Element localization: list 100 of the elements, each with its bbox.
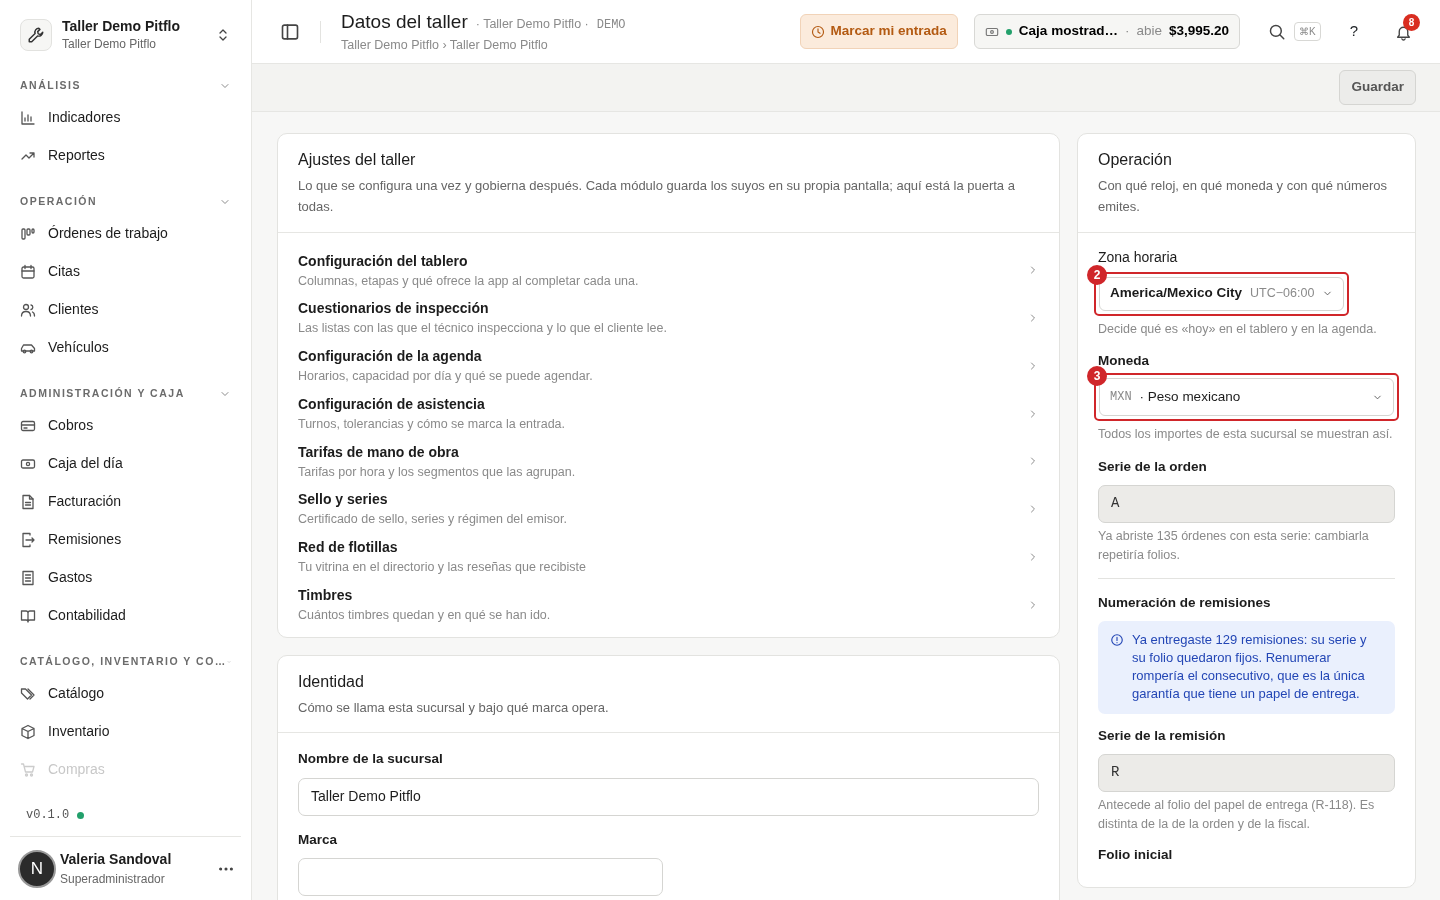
settings-link[interactable]: Timbres Cuántos timbres quedan y en qué se han ido. bbox=[278, 580, 1059, 629]
settings-link[interactable]: Configuración de asistencia Turnos, tolerancias y cómo se marca la entrada. bbox=[278, 389, 1059, 438]
environment-label: DEMO bbox=[596, 16, 626, 34]
currency-select[interactable]: MXN · Peso mexicano bbox=[1099, 378, 1394, 417]
register-state: abie bbox=[1136, 22, 1162, 41]
cash-register-button[interactable]: Caja mostrad… · abie $3,995.20 bbox=[973, 14, 1240, 49]
export-icon bbox=[20, 531, 36, 548]
sidebar-toggle-icon[interactable] bbox=[280, 21, 300, 42]
bar-chart-icon bbox=[20, 109, 36, 126]
card-title: Operación bbox=[1098, 150, 1173, 170]
field-label: Serie de la orden bbox=[1098, 457, 1208, 476]
info-icon bbox=[1110, 632, 1124, 647]
link-title: Timbres bbox=[298, 585, 354, 605]
workspace-context: · Taller Demo Pitflo · bbox=[475, 15, 589, 33]
nav-item[interactable]: Gastos bbox=[0, 558, 251, 597]
version-label: v0.1.0 bbox=[26, 807, 70, 824]
nav-item[interactable]: Inventario bbox=[0, 712, 251, 751]
card-description: Con qué reloj, en qué moneda y con qué números emites. bbox=[1098, 177, 1389, 216]
register-name: Caja mostrad… bbox=[1018, 22, 1118, 41]
nav-item[interactable]: Cobros bbox=[0, 406, 251, 445]
nav-item[interactable]: Remisiones bbox=[0, 520, 251, 559]
user-avatar: N bbox=[18, 849, 56, 888]
link-description: Las listas con las que el técnico inspecciona y lo que el cliente lee. bbox=[298, 320, 667, 338]
search-icon bbox=[1268, 22, 1286, 41]
field-hint: Antecede al folio del papel de entrega (R-118). Es distinta de la de la orden y de la fiscal. bbox=[1098, 796, 1376, 834]
nav-item[interactable]: Vehículos bbox=[0, 328, 251, 367]
register-amount: $3,995.20 bbox=[1168, 22, 1229, 41]
link-title: Sello y series bbox=[298, 490, 389, 510]
section-heading: Numeración de remisiones bbox=[1098, 593, 1272, 612]
link-description: Certificado de sello, series y régimen del emisor. bbox=[298, 511, 567, 529]
receipt-icon bbox=[20, 569, 36, 586]
link-title: Configuración de la agenda bbox=[298, 347, 483, 367]
calendar-icon bbox=[20, 263, 36, 280]
wrench-icon bbox=[27, 26, 45, 45]
section-heading[interactable]: CATÁLOGO, INVENTARIO Y CO… bbox=[20, 653, 227, 670]
link-title: Red de flotillas bbox=[298, 538, 399, 558]
link-description: Turnos, tolerancias y cómo se marca la entrada. bbox=[298, 415, 566, 433]
tags-icon bbox=[20, 685, 36, 702]
settings-link[interactable]: Tarifas de mano de obra Tarifas por hora y los segmentos que las agrupan. bbox=[278, 437, 1059, 486]
field-hint: Decide qué es «hoy» en el tablero y en la agenda. bbox=[1098, 320, 1378, 338]
nav-item[interactable]: Citas bbox=[0, 252, 251, 291]
card-description: Cómo se llama esta sucursal y bajo qué marca opera. bbox=[298, 698, 610, 717]
separator-dot: · bbox=[1124, 22, 1130, 41]
alert-text: Ya entregaste 129 remisiones: su serie y su folio quedaron fijos. Renumerar rompería el consecutivo, que es la única garantía que tiene un papel de entrega. bbox=[1132, 630, 1368, 704]
link-title: Tarifas de mano de obra bbox=[298, 442, 460, 462]
help-button[interactable]: ? bbox=[1348, 19, 1359, 44]
breadcrumb-text: Taller Demo Pitflo › Taller Demo Pitflo bbox=[341, 37, 549, 55]
notification-count: 8 bbox=[1403, 14, 1420, 31]
link-description: Cuántos timbres quedan y en qué se han ido. bbox=[298, 606, 551, 624]
step-number: 2 bbox=[1087, 264, 1107, 285]
link-description: Tu vitrina en el directorio y las reseñas que recibiste bbox=[298, 559, 586, 577]
nav-item[interactable]: Clientes bbox=[0, 290, 251, 329]
columns-icon bbox=[20, 225, 36, 242]
timezone-select[interactable]: America/Mexico City UTC−06:00 bbox=[1099, 276, 1345, 311]
section-heading[interactable]: ADMINISTRACIÓN Y CAJA bbox=[20, 385, 185, 402]
field-label: Nombre de la sucursal bbox=[298, 750, 444, 769]
card-description: Lo que se configura una vez y gobierna después. Cada módulo guarda los suyos en su propia pantalla; aquí está la puerta a todas. bbox=[298, 177, 1016, 216]
settings-link[interactable]: Configuración de la agenda Horarios, capacidad por día y qué se puede agendar. bbox=[278, 342, 1059, 390]
card-title: Ajustes del taller bbox=[298, 150, 417, 170]
card-title: Identidad bbox=[298, 671, 365, 692]
document-icon bbox=[20, 493, 36, 510]
link-title: Configuración del tablero bbox=[298, 251, 469, 271]
link-description: Columnas, etapas y qué ofrece la app al completar cada una. bbox=[298, 272, 639, 290]
nav-item[interactable]: Órdenes de trabajo bbox=[0, 214, 251, 253]
page-title: Datos del taller bbox=[341, 9, 468, 34]
section-heading[interactable]: ANÁLISIS bbox=[20, 77, 81, 94]
workspace-subtitle: Taller Demo Pitflo bbox=[62, 35, 158, 53]
shortcut-key: ⌘K bbox=[1294, 22, 1321, 41]
field-label: Serie de la remisión bbox=[1098, 726, 1227, 745]
input-field[interactable]: Taller Demo Pitflo bbox=[298, 777, 1039, 816]
field-hint: Todos los importes de esta sucursal se muestran así. bbox=[1098, 426, 1394, 444]
cart-icon bbox=[20, 761, 36, 778]
link-title: Cuestionarios de inspección bbox=[298, 299, 490, 319]
settings-link[interactable]: Configuración del tablero Columnas, etapas y qué ofrece la app al completar cada una. bbox=[278, 246, 1059, 295]
clock-icon bbox=[810, 24, 825, 39]
settings-link[interactable]: Sello y series Certificado de sello, series y régimen del emisor. bbox=[278, 485, 1059, 534]
box-icon bbox=[20, 723, 36, 740]
users-icon bbox=[20, 301, 36, 318]
step-number: 3 bbox=[1087, 366, 1107, 387]
clock-in-button[interactable]: Marcar mi entrada bbox=[799, 14, 958, 49]
nav-item[interactable]: Caja del día bbox=[0, 444, 251, 483]
more-icon bbox=[219, 866, 233, 871]
settings-link[interactable]: Cuestionarios de inspección Las listas con las que el técnico inspecciona y lo que el cliente lee. bbox=[278, 294, 1059, 343]
link-title: Configuración de asistencia bbox=[298, 394, 486, 414]
workspace-name: Taller Demo Pitflo bbox=[62, 18, 181, 35]
settings-link[interactable]: Red de flotillas Tu vitrina en el directorio y las reseñas que recibiste bbox=[278, 533, 1059, 581]
nav-item[interactable]: Indicadores bbox=[0, 98, 251, 137]
book-icon bbox=[20, 607, 36, 624]
user-name: Valeria Sandoval bbox=[60, 850, 173, 869]
nav-item[interactable]: Reportes bbox=[0, 136, 251, 175]
nav-item[interactable]: Contabilidad bbox=[0, 596, 251, 635]
section-heading[interactable]: OPERACIÓN bbox=[20, 193, 98, 210]
input-field[interactable] bbox=[298, 857, 663, 896]
field-label: Zona horaria bbox=[1098, 247, 1179, 267]
user-role: Superadministrador bbox=[60, 871, 166, 888]
link-description: Tarifas por hora y los segmentos que las agrupan. bbox=[298, 463, 576, 481]
link-description: Horarios, capacidad por día y qué se puede agendar. bbox=[298, 368, 593, 386]
save-button[interactable]: Guardar bbox=[1339, 70, 1416, 105]
nav-item[interactable]: Catálogo bbox=[0, 674, 251, 713]
nav-item[interactable]: Facturación bbox=[0, 482, 251, 521]
